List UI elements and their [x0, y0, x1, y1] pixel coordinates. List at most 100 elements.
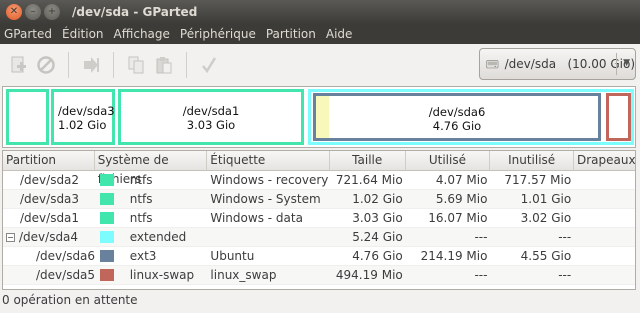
cell-flags	[574, 247, 635, 265]
status-bar: 0 opération en attente	[0, 290, 640, 313]
map-sda3-name: /dev/sda3	[58, 104, 115, 118]
column-size[interactable]: Taille	[330, 151, 406, 170]
cell-partition-text: /dev/sda4	[19, 230, 79, 244]
cell-unused: 3.02 Gio	[520, 211, 572, 225]
menu-aide[interactable]: Aide	[321, 24, 358, 44]
cell-partition: /dev/sda2	[20, 173, 80, 187]
cell-used: ---	[474, 230, 488, 244]
column-label[interactable]: Étiquette	[207, 151, 330, 170]
cell-fs-text: ntfs	[129, 211, 153, 225]
cell-used: 4.07 Mio	[435, 173, 488, 187]
menu-partition[interactable]: Partition	[261, 24, 321, 44]
cell-partition: /dev/sda5	[36, 268, 95, 282]
table-row[interactable]: /dev/sda6 ext3 Ubuntu 4.76 Gio 214.19 Mi…	[3, 247, 635, 266]
title-bar: ✕ – + /dev/sda - GParted	[0, 0, 640, 24]
table-row[interactable]: /dev/sda2 ntfs Windows - recovery 721.64…	[3, 171, 635, 190]
cell-filesystem: ntfs	[95, 171, 208, 189]
filesystem-color-swatch	[99, 193, 114, 205]
close-window-button[interactable]: ✕	[6, 4, 22, 20]
filesystem-color-swatch	[99, 212, 114, 224]
cell-partition: /dev/sda6	[36, 249, 95, 263]
menu-peripherique[interactable]: Périphérique	[175, 24, 261, 44]
copy-button[interactable]	[122, 51, 150, 79]
cell-used: 5.69 Mio	[435, 192, 488, 206]
cell-fs-text: extended	[129, 230, 187, 244]
cell-size: 4.76 Gio	[352, 249, 403, 263]
column-used[interactable]: Utilisé	[406, 151, 491, 170]
maximize-window-button[interactable]: +	[44, 4, 60, 20]
menu-edition[interactable]: Édition	[57, 24, 109, 44]
pending-operations-text: 0 opération en attente	[2, 293, 138, 307]
cell-unused: 1.01 Gio	[520, 192, 572, 206]
table-row[interactable]: −/dev/sda4 extended 5.24 Gio --- ---	[3, 228, 635, 247]
new-partition-button[interactable]	[4, 51, 32, 79]
filesystem-color-swatch	[99, 174, 114, 186]
cell-filesystem: extended	[95, 228, 208, 246]
harddisk-icon	[486, 60, 499, 69]
toolbar: /dev/sda (10.00 Gio) ▼	[0, 44, 640, 86]
cell-label: Windows - System	[210, 192, 321, 206]
map-partition-sda1[interactable]: /dev/sda1 3.03 Gio	[118, 89, 304, 145]
cell-used: ---	[474, 268, 488, 282]
filesystem-color-swatch	[99, 250, 114, 262]
map-sda6-size: 4.76 Gio	[432, 119, 482, 133]
cell-label	[207, 228, 330, 246]
minimize-window-button[interactable]: –	[25, 4, 41, 20]
table-row[interactable]: /dev/sda5 linux-swap linux_swap 494.19 M…	[3, 266, 635, 285]
cell-flags	[574, 190, 635, 208]
collapse-icon[interactable]: −	[6, 232, 15, 242]
copy-icon	[128, 56, 144, 74]
filesystem-color-swatch	[99, 231, 114, 243]
cell-size: 5.24 Gio	[352, 230, 403, 244]
cell-unused: 4.55 Gio	[520, 249, 572, 263]
delete-icon	[37, 56, 55, 74]
menu-bar: GParted Édition Affichage Périphérique P…	[0, 24, 640, 44]
cell-unused: 717.57 Mio	[504, 173, 572, 187]
cell-label: Ubuntu	[210, 249, 255, 263]
cell-size: 1.02 Gio	[352, 192, 403, 206]
menu-gparted[interactable]: GParted	[0, 24, 57, 44]
delete-partition-button[interactable]	[32, 51, 60, 79]
partition-map: /dev/sda3 1.02 Gio /dev/sda1 3.03 Gio /d…	[2, 86, 636, 148]
cell-used: 214.19 Mio	[420, 249, 488, 263]
cell-unused: ---	[558, 230, 572, 244]
column-unused[interactable]: Inutilisé	[490, 151, 574, 170]
paste-button[interactable]	[150, 51, 178, 79]
cell-partition: /dev/sda3	[20, 192, 80, 206]
column-filesystem[interactable]: Système de fichiers	[95, 151, 208, 186]
table-row[interactable]: /dev/sda1 ntfs Windows - data 3.03 Gio 1…	[3, 209, 635, 228]
device-selector[interactable]: /dev/sda (10.00 Gio) ▼	[479, 48, 636, 80]
cell-flags	[574, 209, 635, 227]
map-partition-sda3[interactable]: /dev/sda3 1.02 Gio	[51, 89, 115, 145]
cell-filesystem: ext3	[95, 247, 208, 265]
map-sda1-name: /dev/sda1	[182, 104, 240, 118]
toolbar-separator	[113, 52, 114, 78]
column-partition[interactable]: Partition	[3, 151, 95, 170]
cell-fs-text: linux-swap	[129, 268, 195, 282]
cell-flags	[574, 171, 635, 189]
cell-unused: ---	[558, 268, 572, 282]
map-partition-sda6[interactable]: /dev/sda6 4.76 Gio	[313, 93, 601, 141]
cell-partition: −/dev/sda4	[3, 228, 95, 246]
toolbar-separator	[186, 52, 187, 78]
cell-filesystem: ntfs	[95, 209, 208, 227]
cell-used: 16.07 Mio	[428, 211, 488, 225]
window-controls: ✕ – +	[6, 4, 60, 20]
new-partition-icon	[11, 56, 26, 73]
map-partition-sda2[interactable]	[6, 89, 49, 145]
cell-size: 721.64 Mio	[335, 173, 403, 187]
apply-check-icon	[202, 57, 217, 74]
column-flags[interactable]: Drapeaux	[574, 151, 636, 170]
map-sda6-used-bar	[316, 96, 329, 138]
map-partition-extended[interactable]: /dev/sda6 4.76 Gio	[308, 89, 634, 145]
table-row[interactable]: /dev/sda3 ntfs Windows - System 1.02 Gio…	[3, 190, 635, 209]
menu-affichage[interactable]: Affichage	[109, 24, 175, 44]
map-sda1-size: 3.03 Gio	[186, 118, 236, 132]
map-partition-sda5[interactable]	[606, 93, 631, 141]
cell-flags	[574, 266, 635, 284]
resize-move-button[interactable]	[77, 51, 105, 79]
cell-size: 3.03 Gio	[352, 211, 403, 225]
cell-fs-text: ext3	[129, 249, 157, 263]
cell-filesystem: ntfs	[95, 190, 208, 208]
apply-button[interactable]	[195, 51, 223, 79]
